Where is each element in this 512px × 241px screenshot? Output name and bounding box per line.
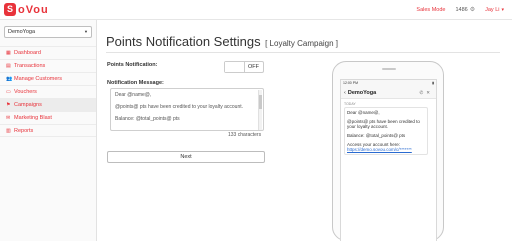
textarea-scrollbar[interactable] <box>258 90 262 130</box>
chat-title: DemoYoga <box>347 89 377 96</box>
bubble-line: @points@ pts have been credited to your … <box>347 119 420 129</box>
sales-mode-link[interactable]: Sales Mode <box>416 7 445 13</box>
toggle-state: OFF <box>248 64 259 70</box>
sidebar-item-label: Campaigns <box>14 102 42 108</box>
bubble-line: Balance: @total_points@ pts <box>347 133 406 138</box>
sidebar-item-dashboard[interactable]: ▦ Dashboard <box>0 46 96 59</box>
toggle-knob <box>225 62 245 72</box>
page-title-text: Points Notification Settings <box>106 34 261 49</box>
phone-screen: 12:00 PM ▮ ‹ DemoYoga ✆✕ TODAY Dear @nam… <box>340 79 437 241</box>
sidebar-item-label: Marketing Blast <box>14 115 52 121</box>
sidebar-item-reports[interactable]: ▥ Reports <box>0 124 96 137</box>
chat-date-label: TODAY <box>344 102 356 106</box>
sidebar-item-transactions[interactable]: ▤ Transactions <box>0 59 96 72</box>
top-right-controls: Sales Mode 1486 ⚙ Jay Li ▾ <box>416 6 504 14</box>
phone-speaker <box>382 68 396 70</box>
battery-icon: ▮ <box>432 81 434 85</box>
notification-message-textarea[interactable]: Dear @name@, @points@ pts have been cred… <box>110 88 264 131</box>
report-icon: ▥ <box>6 127 11 134</box>
phone-status-bar: 12:00 PM ▮ <box>341 80 436 87</box>
status-time: 12:00 PM <box>343 81 358 85</box>
message-line: Dear @name@, <box>115 92 152 98</box>
sidebar: DemoYoga ▼ ▦ Dashboard ▤ Transactions 👥 … <box>0 20 97 241</box>
notification-message-label: Notification Message: <box>107 80 164 86</box>
gear-icon[interactable]: ⚙ <box>470 6 475 13</box>
back-chevron-icon: ‹ <box>344 89 346 96</box>
sidebar-item-vouchers[interactable]: ▭ Vouchers <box>0 85 96 98</box>
dropdown-arrow-icon: ▼ <box>84 29 88 34</box>
sidebar-item-label: Dashboard <box>14 50 41 56</box>
bubble-line: Dear @name@, <box>347 110 380 115</box>
sidebar-item-manage-customers[interactable]: 👥 Manage Customers <box>0 72 96 85</box>
blast-icon: ✉ <box>6 115 11 121</box>
customers-icon: 👥 <box>6 76 13 82</box>
sidebar-item-campaigns[interactable]: ⚑ Campaigns <box>0 98 96 111</box>
store-select[interactable]: DemoYoga ▼ <box>4 26 92 38</box>
user-menu[interactable]: Jay Li <box>485 7 499 13</box>
next-button[interactable]: Next <box>107 151 265 163</box>
message-line: Balance: @total_points@ pts <box>115 116 180 122</box>
character-count: 133 characters <box>228 132 262 138</box>
chevron-down-icon[interactable]: ▾ <box>501 7 504 13</box>
chat-header: ‹ DemoYoga ✆✕ <box>341 87 436 99</box>
sidebar-item-label: Manage Customers <box>14 76 62 82</box>
logo-mark-icon: S <box>4 3 16 16</box>
sidebar-item-label: Transactions <box>14 63 46 69</box>
sidebar-item-marketing-blast[interactable]: ✉ Marketing Blast <box>0 111 96 124</box>
bubble-link: https://demo.sovou.com/c/******* <box>347 147 412 152</box>
scrollbar-thumb[interactable] <box>259 95 262 109</box>
message-line: @points@ pts have been credited to your … <box>115 104 244 110</box>
points-count: 1486 <box>455 6 468 13</box>
phone-preview: 12:00 PM ▮ ‹ DemoYoga ✆✕ TODAY Dear @nam… <box>332 61 444 241</box>
page-subtitle: [ Loyalty Campaign ] <box>265 39 339 48</box>
voucher-icon: ▭ <box>6 89 11 95</box>
campaign-flag-icon: ⚑ <box>6 102 11 108</box>
title-divider <box>106 52 500 53</box>
sidebar-item-label: Reports <box>14 127 34 134</box>
sovou-logo[interactable]: S oVou <box>4 3 49 16</box>
points-notification-toggle[interactable]: OFF <box>224 61 264 73</box>
close-icon: ✕ <box>426 89 433 95</box>
page-title: Points Notification Settings [ Loyalty C… <box>106 33 338 51</box>
store-select-value: DemoYoga <box>8 29 36 35</box>
sidebar-nav: ▦ Dashboard ▤ Transactions 👥 Manage Cust… <box>0 46 96 137</box>
message-bubble: Dear @name@, @points@ pts have been cred… <box>344 107 428 155</box>
sidebar-item-label: Vouchers <box>14 89 37 95</box>
top-bar: S oVou Sales Mode 1486 ⚙ Jay Li ▾ <box>0 0 512 20</box>
logo-text: oVou <box>18 3 49 16</box>
transactions-icon: ▤ <box>6 63 11 69</box>
points-notification-label: Points Notification: <box>107 62 158 68</box>
dashboard-icon: ▦ <box>6 50 11 56</box>
chat-header-icons: ✆✕ <box>419 90 436 96</box>
